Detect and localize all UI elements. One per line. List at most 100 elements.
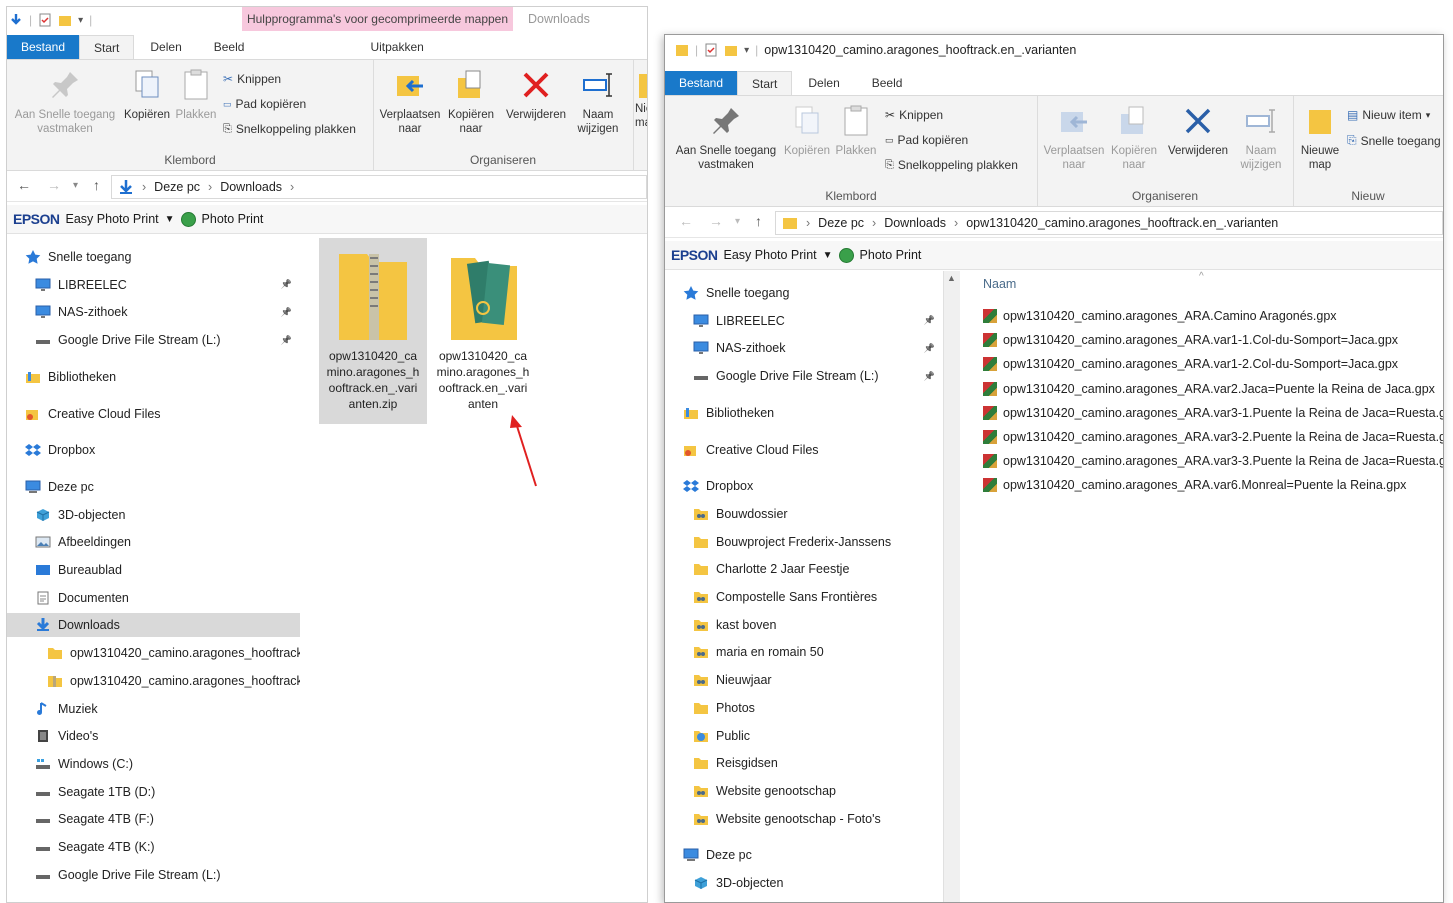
new-folder-icon[interactable] <box>58 13 72 27</box>
list-item[interactable]: opw1310420_camino.aragones_ARA.var6.Monr… <box>983 475 1406 495</box>
list-item[interactable]: opw1310420_camino.aragones_ARA.var2.Jaca… <box>983 379 1435 399</box>
breadcrumb-downloads[interactable]: Downloads <box>220 180 282 194</box>
move-to-button[interactable]: Verplaatsen naar <box>377 68 443 136</box>
qat-dropdown-icon[interactable]: ▾ <box>744 45 749 56</box>
nav-item[interactable]: Compostelle Sans Frontières <box>665 585 943 609</box>
nav-item[interactable]: Google Drive File Stream (L:) 📌 <box>7 328 300 352</box>
nav-item[interactable]: Afbeeldingen <box>7 530 300 554</box>
tab-view[interactable]: Beeld <box>856 71 919 95</box>
copy-to-button[interactable]: Kopiëren naar <box>443 68 499 136</box>
nav-item[interactable]: Nieuwjaar <box>665 668 943 692</box>
nav-item[interactable]: 3D-objecten <box>7 503 300 527</box>
nav-item[interactable]: Seagate 4TB (F:) <box>7 807 300 831</box>
new-folder-icon[interactable] <box>724 43 738 57</box>
column-header-name[interactable]: Naam <box>983 277 1016 291</box>
nav-item[interactable]: Photos <box>665 696 943 720</box>
paste-shortcut-button[interactable]: ⎘ Snelkoppeling plakken <box>885 158 1018 172</box>
paste-shortcut-button[interactable]: ⎘ Snelkoppeling plakken <box>223 122 356 136</box>
breadcrumb-current-folder[interactable]: opw1310420_camino.aragones_hooftrack.en_… <box>966 216 1278 230</box>
zip-file-item[interactable]: opw1310420_ca mino.aragones_h ooftrack.e… <box>319 238 427 424</box>
nav-item[interactable]: Bouwdossier <box>665 502 943 526</box>
nav-item[interactable]: LIBREELEC 📌 <box>7 273 300 297</box>
new-folder-button[interactable]: Nieuwe map <box>1295 104 1345 172</box>
download-arrow-icon[interactable] <box>9 13 23 27</box>
list-item[interactable]: opw1310420_camino.aragones_ARA.var3-1.Pu… <box>983 403 1443 423</box>
nav-item[interactable]: NAS-zithoek 📌 <box>665 336 943 360</box>
forward-icon[interactable]: → <box>709 213 723 229</box>
tab-start[interactable]: Start <box>79 35 135 59</box>
back-icon[interactable]: ← <box>17 177 31 193</box>
breadcrumb-this-pc[interactable]: Deze pc <box>154 180 200 194</box>
breadcrumb-downloads[interactable]: Downloads <box>884 216 946 230</box>
list-item[interactable]: opw1310420_camino.aragones_ARA.Camino Ar… <box>983 306 1337 326</box>
folder-icon[interactable] <box>675 43 689 57</box>
delete-button[interactable]: Verwijderen <box>1163 104 1233 158</box>
nav-item[interactable]: Seagate 1TB (D:) <box>7 780 300 804</box>
nav-item[interactable]: Deze pc <box>665 843 943 867</box>
breadcrumb-this-pc[interactable]: Deze pc <box>818 216 864 230</box>
dropdown-icon[interactable]: ▼ <box>823 250 833 261</box>
easy-access-button[interactable]: ⎘ Snelle toegang <box>1347 133 1441 148</box>
photo-print-button[interactable]: Photo Print <box>202 212 264 226</box>
forward-icon[interactable]: → <box>47 177 61 193</box>
easy-photo-print-button[interactable]: Easy Photo Print <box>724 248 817 262</box>
rename-button[interactable]: Naam wijzigen <box>1235 104 1287 172</box>
copy-to-button[interactable]: Kopiëren naar <box>1107 104 1161 172</box>
nav-item[interactable]: kast boven <box>665 613 943 637</box>
paste-button[interactable]: Plakken <box>173 68 219 122</box>
folder-file-item[interactable]: opw1310420_ca mino.aragones_h ooftrack.e… <box>429 238 537 424</box>
breadcrumb[interactable]: › Deze pc › Downloads › <box>111 175 647 199</box>
photo-print-button[interactable]: Photo Print <box>860 248 922 262</box>
nav-item[interactable]: Website genootschap - Foto's <box>665 807 943 831</box>
up-icon[interactable]: ↑ <box>755 213 762 229</box>
delete-button[interactable]: Verwijderen <box>501 68 571 122</box>
nav-item[interactable]: Google Drive File Stream (L:) <box>7 863 300 887</box>
recent-locations-icon[interactable]: ▾ <box>735 216 740 227</box>
nav-item[interactable]: Downloads <box>7 613 300 638</box>
nav-item[interactable]: opw1310420_camino.aragones_hooftrack.e <box>7 669 313 693</box>
properties-icon[interactable] <box>38 13 52 27</box>
copy-path-button[interactable]: ▭ Pad kopiëren <box>223 97 306 111</box>
nav-item[interactable]: maria en romain 50 <box>665 640 943 664</box>
nav-scrollbar[interactable]: ▲ <box>943 271 960 902</box>
pin-quick-access-button[interactable]: Aan Snelle toegang vastmaken <box>671 104 781 172</box>
tab-start[interactable]: Start <box>737 71 793 95</box>
nav-item[interactable]: Dropbox <box>7 438 300 462</box>
properties-icon[interactable] <box>704 43 718 57</box>
copy-button[interactable]: Kopiëren <box>121 68 173 122</box>
recent-locations-icon[interactable]: ▾ <box>73 180 78 191</box>
list-item[interactable]: opw1310420_camino.aragones_ARA.var3-2.Pu… <box>983 427 1443 447</box>
tab-file[interactable]: Bestand <box>665 71 738 95</box>
nav-item[interactable]: Seagate 4TB (K:) <box>7 835 300 859</box>
nav-item[interactable]: Bibliotheken <box>7 365 300 389</box>
nav-item[interactable]: Dropbox <box>665 474 943 498</box>
tab-view[interactable]: Beeld <box>198 35 261 59</box>
nav-item[interactable]: Creative Cloud Files <box>7 402 300 426</box>
nav-item[interactable]: Documenten <box>7 586 300 610</box>
breadcrumb[interactable]: › Deze pc › Downloads › opw1310420_camin… <box>775 211 1443 235</box>
nav-item[interactable]: Google Drive File Stream (L:) 📌 <box>665 364 943 388</box>
cut-button[interactable]: ✂ Knippen <box>885 108 943 122</box>
nav-item[interactable]: NAS-zithoek 📌 <box>7 300 300 324</box>
nav-item[interactable]: Muziek <box>7 697 300 721</box>
list-item[interactable]: opw1310420_camino.aragones_ARA.var1-1.Co… <box>983 330 1398 350</box>
nav-item[interactable]: opw1310420_camino.aragones_hooftrack.e <box>7 641 313 665</box>
new-folder-button[interactable]: Nieuw map <box>635 68 647 130</box>
copy-button[interactable]: Kopiëren <box>781 104 833 158</box>
nav-item[interactable]: 3D-objecten <box>665 871 943 895</box>
tab-share[interactable]: Delen <box>792 71 855 95</box>
move-to-button[interactable]: Verplaatsen naar <box>1041 104 1107 172</box>
tab-extract[interactable]: Uitpakken <box>320 35 474 59</box>
copy-path-button[interactable]: ▭ Pad kopiëren <box>885 133 968 147</box>
scroll-up-icon[interactable]: ▲ <box>947 273 956 283</box>
cut-button[interactable]: ✂ Knippen <box>223 72 281 86</box>
nav-item[interactable]: Video's <box>7 724 300 748</box>
nav-item[interactable]: Bouwproject Frederix-Janssens <box>665 530 943 554</box>
nav-item[interactable]: Charlotte 2 Jaar Feestje <box>665 557 943 581</box>
rename-button[interactable]: Naam wijzigen <box>573 68 623 136</box>
tab-share[interactable]: Delen <box>134 35 197 59</box>
nav-item[interactable]: Website genootschap <box>665 779 943 803</box>
new-item-button[interactable]: ▤ Nieuw item ▾ <box>1347 108 1430 122</box>
tab-file[interactable]: Bestand <box>7 35 80 59</box>
qat-dropdown-icon[interactable]: ▾ <box>78 15 83 26</box>
